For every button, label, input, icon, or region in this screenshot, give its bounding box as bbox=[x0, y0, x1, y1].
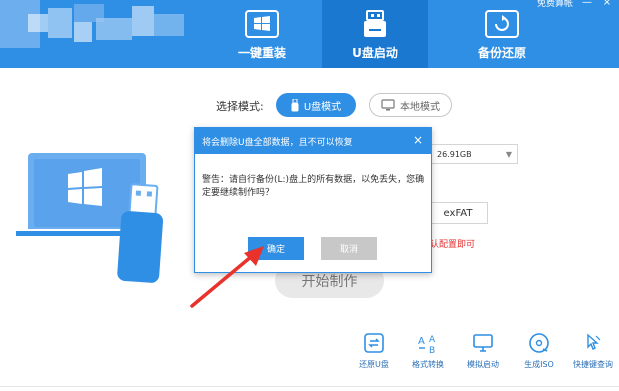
simulate-boot-icon bbox=[473, 334, 493, 352]
tool-label: 格式转换 bbox=[412, 360, 444, 369]
dialog-header: 将会删除U盘全部数据，且不可以恢复 × bbox=[195, 128, 431, 154]
bottom-divider bbox=[0, 386, 619, 387]
start-make-label: 开始制作 bbox=[301, 273, 358, 290]
tab-usb-boot[interactable]: U盘启动 bbox=[322, 0, 428, 68]
svg-text:A: A bbox=[429, 335, 436, 345]
dialog-close-icon[interactable]: × bbox=[413, 133, 423, 147]
tool-label: 快捷键查询 bbox=[573, 360, 613, 369]
simulate-boot-button[interactable]: 模拟启动 bbox=[457, 332, 509, 370]
device-value: 26.91GB bbox=[437, 149, 472, 159]
tab-one-click-reinstall[interactable]: 一键重装 bbox=[209, 0, 315, 68]
device-select[interactable]: 26.91GB ▼ bbox=[424, 144, 518, 164]
dialog-title: 将会删除U盘全部数据，且不可以恢复 bbox=[202, 137, 353, 148]
local-mode-label: 本地模式 bbox=[400, 101, 440, 113]
dialog-message: 警告：请自行备份(L:)盘上的所有数据，以免丢失，您确定要继续制作吗？ bbox=[202, 175, 425, 198]
filesystem-value: exFAT bbox=[443, 207, 473, 219]
filesystem-select[interactable]: exFAT bbox=[428, 202, 488, 224]
format-convert-button[interactable]: A A B 格式转换 bbox=[402, 332, 454, 370]
cancel-label: 取消 bbox=[339, 245, 358, 255]
tab-label: 备份还原 bbox=[477, 46, 526, 60]
shortcut-query-button[interactable]: 快捷键查询 bbox=[567, 332, 619, 370]
restore-usb-icon bbox=[364, 333, 384, 353]
svg-text:A: A bbox=[418, 336, 425, 347]
shortcut-query-icon bbox=[587, 333, 601, 350]
tab-backup-restore[interactable]: 备份还原 bbox=[449, 0, 555, 68]
tab-label: U盘启动 bbox=[352, 46, 398, 60]
generate-iso-button[interactable]: 生成ISO bbox=[513, 332, 565, 370]
cancel-button[interactable]: 取消 bbox=[321, 237, 377, 260]
usb-mode-label: U盘模式 bbox=[303, 101, 342, 113]
tool-label: 模拟启动 bbox=[467, 360, 499, 369]
chevron-down-icon: ▼ bbox=[505, 150, 512, 159]
close-icon[interactable]: × bbox=[601, 0, 613, 8]
header-bar: 免费算帐 — × 一键重装 U盘启动 备份还原 bbox=[0, 0, 619, 68]
local-mode-button[interactable]: 本地模式 bbox=[369, 93, 452, 117]
tool-label: 生成ISO bbox=[524, 360, 554, 369]
windows-icon bbox=[245, 10, 279, 38]
red-arrow-annotation bbox=[190, 246, 264, 308]
monitor-icon bbox=[381, 99, 395, 111]
iso-disc-icon bbox=[529, 333, 549, 353]
svg-text:B: B bbox=[429, 346, 435, 354]
minimize-icon[interactable]: — bbox=[581, 0, 593, 8]
confirm-label: 确定 bbox=[266, 245, 285, 255]
backup-restore-icon bbox=[485, 10, 519, 38]
tab-label: 一键重装 bbox=[237, 46, 286, 60]
tool-label: 还原U盘 bbox=[359, 360, 389, 369]
usb-mode-button[interactable]: U盘模式 bbox=[276, 93, 356, 117]
usb-stick-icon bbox=[291, 98, 299, 111]
app-logo bbox=[0, 0, 190, 50]
mode-label: 选择模式: bbox=[216, 100, 264, 113]
usb-drive-icon bbox=[364, 10, 386, 37]
default-config-note: 认配置即可 bbox=[430, 240, 476, 250]
laptop-usb-illustration bbox=[16, 153, 164, 283]
format-convert-icon: A A B bbox=[418, 335, 436, 354]
restore-usb-button[interactable]: 还原U盘 bbox=[348, 332, 400, 370]
